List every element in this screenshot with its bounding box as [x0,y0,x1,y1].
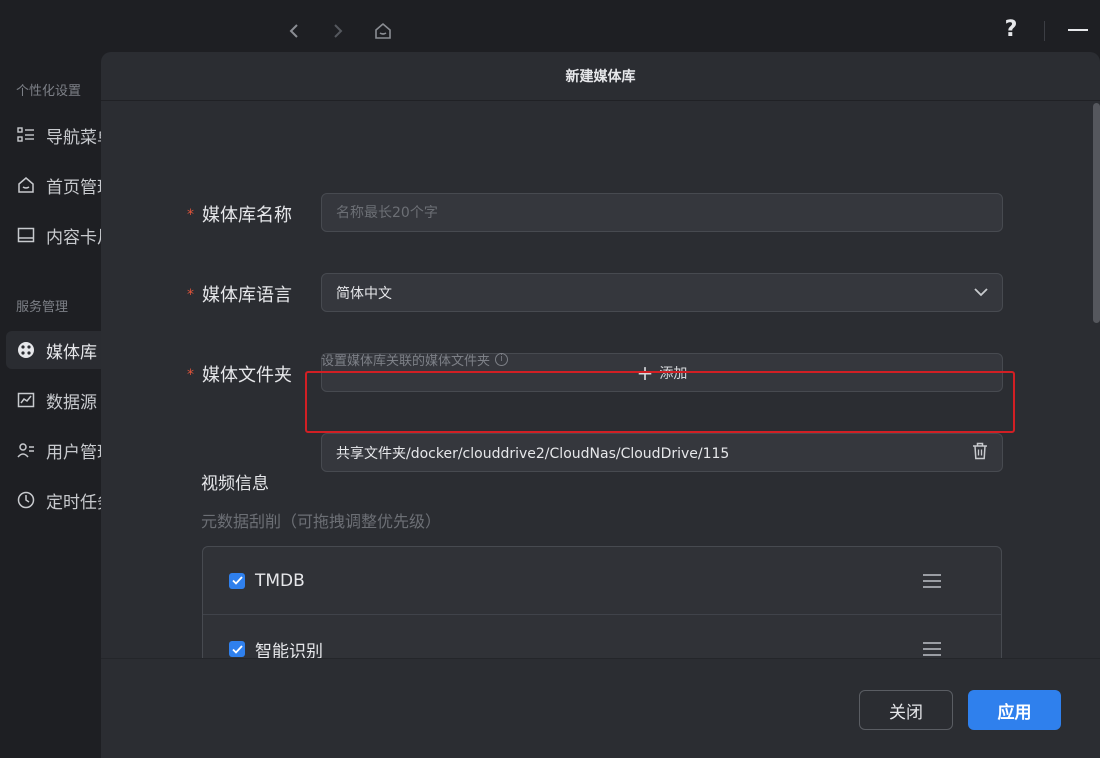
chevron-down-icon [974,285,988,301]
language-label: * 媒体库语言 [187,281,292,307]
sidebar-section-service: 服务管理 [16,300,69,315]
folder-path-item: 共享文件夹/docker/clouddrive2/CloudNas/CloudD… [321,433,1003,472]
trash-icon[interactable] [972,442,988,464]
back-arrow-icon[interactable] [282,19,306,43]
new-media-library-dialog: 新建媒体库 *媒体库名称 *媒体库语言 简体中文 *媒体文件夹 + 添加 [101,52,1100,758]
sidebar-section-personalization: 个性化设置 [16,84,82,99]
scrollbar[interactable] [1093,103,1100,323]
required-mark: * [187,367,194,383]
dialog-footer: 关闭 应用 [101,658,1100,758]
media-library-icon [16,340,36,360]
folder-label-text: 媒体文件夹 [202,365,292,386]
dialog-title: 新建媒体库 [101,52,1100,101]
sidebar-item-label: 媒体库 [46,342,97,363]
apply-button[interactable]: 应用 [968,690,1061,730]
topbar-divider [1044,21,1045,41]
list-icon [16,125,36,145]
checkbox-checked-icon[interactable] [229,572,245,589]
sidebar-item-label: 数据源 [46,392,97,413]
name-field-wrapper [321,193,1003,232]
dialog-body: *媒体库名称 *媒体库语言 简体中文 *媒体文件夹 + 添加 设置媒体库关联的媒… [101,101,1100,658]
list-item[interactable]: TMDB [203,547,1001,615]
info-icon[interactable]: i [495,353,509,366]
close-button[interactable]: 关闭 [859,690,953,730]
sidebar: 个性化设置 导航菜单 首页管理 内容卡片 服务管理 媒体库 数据源 用户管理 定… [0,60,136,758]
name-label: * 媒体库名称 [187,201,292,227]
folder-hint-text: 设置媒体库关联的媒体文件夹 [321,354,491,369]
home-icon[interactable] [371,19,395,43]
drag-handle-icon[interactable] [923,642,941,656]
checkbox-checked-icon[interactable] [229,641,245,657]
source-label: 智能识别 [255,641,323,659]
top-bar: ? [0,0,1100,60]
users-icon [16,440,36,460]
video-info-title: 视频信息 [201,474,269,494]
highlight-annotation [305,371,1015,433]
folder-hint: 设置媒体库关联的媒体文件夹 i [321,350,509,369]
language-label-text: 媒体库语言 [202,285,292,306]
chart-icon [16,390,36,410]
language-select[interactable]: 简体中文 [321,273,1003,312]
folder-path-text: 共享文件夹/docker/clouddrive2/CloudNas/CloudD… [336,445,730,462]
minimize-button[interactable] [1066,18,1090,42]
required-mark: * [187,287,194,303]
card-icon [16,225,36,245]
library-name-input[interactable] [336,204,988,221]
language-selected-value: 简体中文 [336,285,392,302]
drag-handle-icon[interactable] [923,573,941,588]
forward-arrow-icon[interactable] [326,19,350,43]
required-mark: * [187,207,194,223]
folder-label: * 媒体文件夹 [187,361,292,387]
name-label-text: 媒体库名称 [202,205,292,226]
source-label: TMDB [255,570,305,591]
list-item[interactable]: 智能识别 [203,615,1001,658]
home-icon [16,175,36,195]
help-button[interactable]: ? [999,16,1023,44]
clock-icon [16,490,36,510]
metadata-source-list: TMDB 智能识别 [202,546,1002,658]
metadata-scrape-subtitle: 元数据刮削（可拖拽调整优先级） [201,512,442,531]
